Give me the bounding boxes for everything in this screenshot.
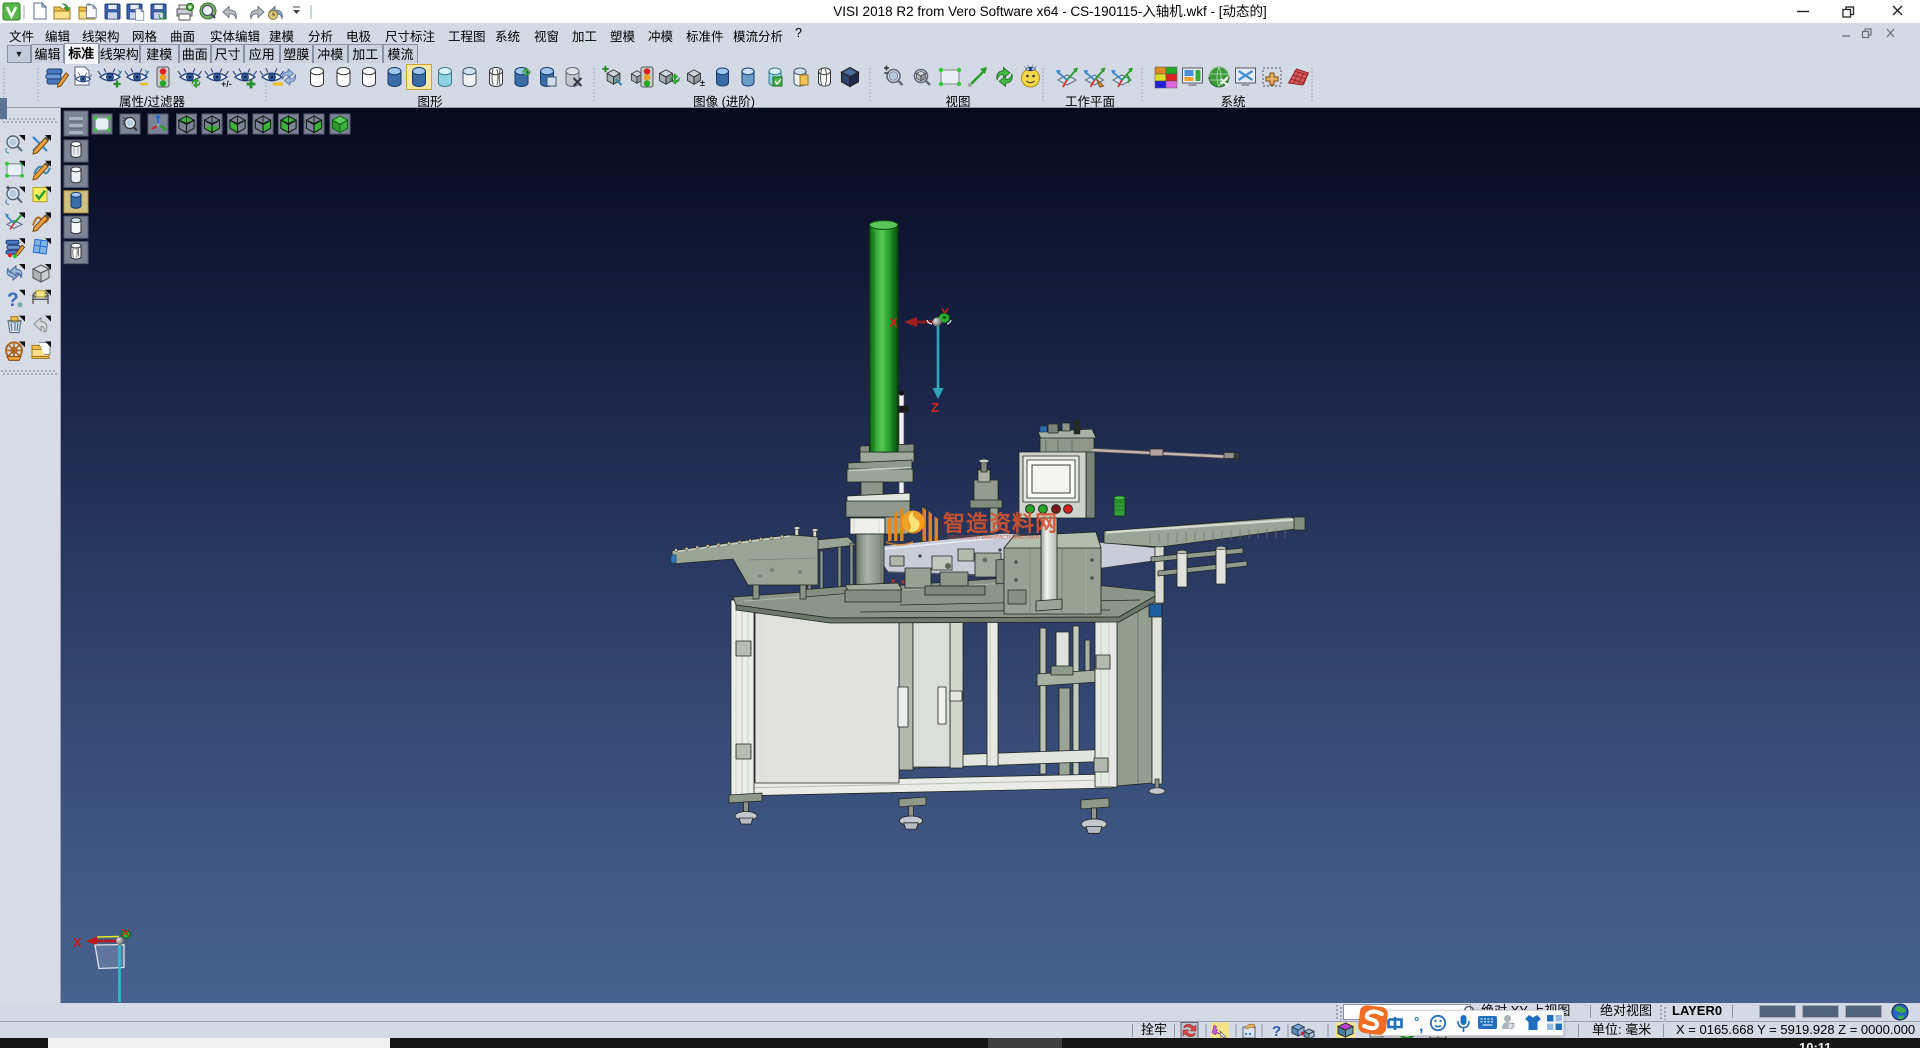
svg-text:X: X [889, 315, 898, 330]
svg-text:智造资料网: 智造资料网 [943, 511, 1058, 536]
svg-text:+/-: +/- [221, 79, 232, 89]
svg-text:7: 7 [1510, 1022, 1515, 1031]
svg-text:±: ± [700, 78, 705, 88]
svg-text:?: ? [1272, 1023, 1281, 1039]
svg-text:,: , [1419, 1018, 1423, 1035]
svg-text:Z: Z [931, 400, 939, 415]
svg-text:X: X [73, 935, 82, 950]
svg-text:INTELLIGENT MANUFACTURING DATA: INTELLIGENT MANUFACTURING DATA [948, 535, 1040, 541]
svg-text:?: ? [7, 290, 19, 311]
